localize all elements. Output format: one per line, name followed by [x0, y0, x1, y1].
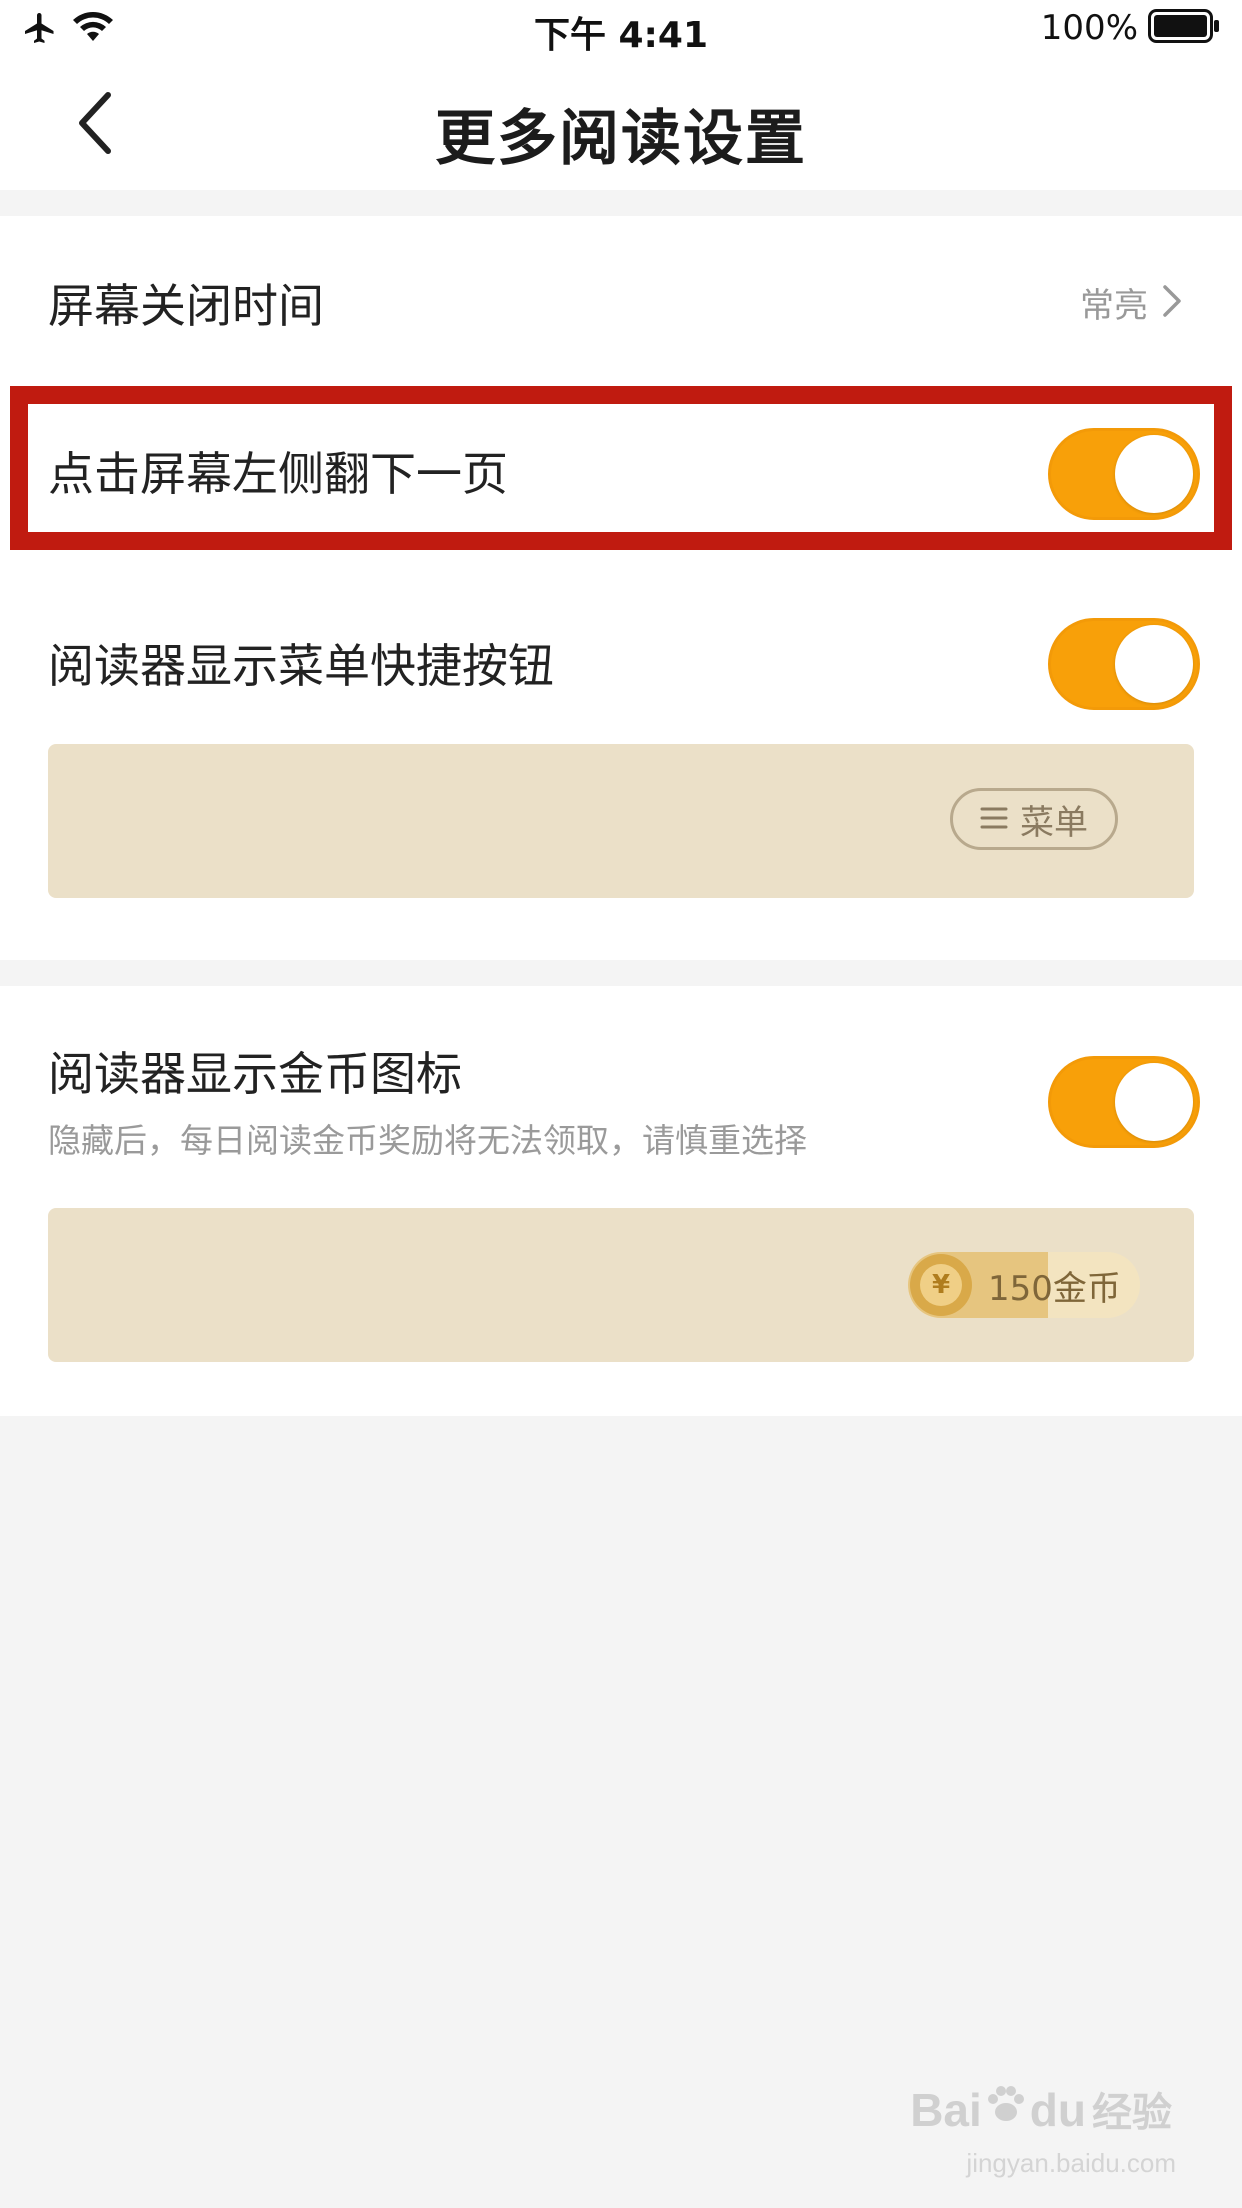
menu-shortcut-label: 阅读器显示菜单快捷按钮	[48, 639, 554, 693]
toggle-knob	[1115, 1063, 1193, 1141]
watermark-url: jingyan.baidu.com	[966, 2148, 1176, 2178]
watermark-brand-cn: 经验	[1092, 2091, 1172, 2135]
nav-bar: 更多阅读设置	[0, 62, 1242, 190]
coin-icon: ¥	[910, 1254, 972, 1316]
menu-shortcut-preview: 菜单	[48, 744, 1194, 898]
watermark-brand-suffix: du	[1029, 2084, 1086, 2136]
menu-lines-icon	[980, 799, 1008, 839]
coin-icon-toggle[interactable]	[1048, 1056, 1200, 1148]
coin-preview-badge: ¥ 150金币	[908, 1252, 1140, 1318]
screen-off-value-text: 常亮	[1080, 286, 1148, 326]
menu-preview-button: 菜单	[950, 788, 1118, 850]
coin-icon-description: 隐藏后，每日阅读金币奖励将无法领取，请慎重选择	[48, 1121, 807, 1160]
tap-left-label: 点击屏幕左侧翻下一页	[48, 447, 508, 501]
watermark-brand: Bai	[910, 2084, 982, 2136]
coin-icon-label: 阅读器显示金币图标	[48, 1047, 462, 1101]
status-bar: 下午 4:41 100%	[0, 0, 1242, 62]
paw-icon	[984, 2082, 1028, 2137]
settings-card-1: 屏幕关闭时间 常亮 点击屏幕左侧翻下一页	[0, 216, 1242, 576]
page-title: 更多阅读设置	[435, 104, 807, 174]
status-right: 100%	[1041, 8, 1220, 48]
toggle-knob	[1115, 435, 1193, 513]
coin-symbol: ¥	[920, 1264, 962, 1306]
watermark: Bai du 经验	[910, 2080, 1172, 2138]
screen-off-row[interactable]: 屏幕关闭时间 常亮	[0, 216, 1242, 386]
settings-card-3: 阅读器显示金币图标 隐藏后，每日阅读金币奖励将无法领取，请慎重选择 ¥ 150金…	[0, 986, 1242, 1416]
screen-off-label: 屏幕关闭时间	[48, 279, 324, 333]
tap-left-row: 点击屏幕左侧翻下一页	[0, 386, 1242, 576]
menu-preview-label: 菜单	[1020, 802, 1088, 843]
tap-left-toggle[interactable]	[1048, 428, 1200, 520]
coin-icon-preview: ¥ 150金币	[48, 1208, 1194, 1362]
coin-preview-text: 150金币	[988, 1268, 1121, 1309]
battery-icon	[1148, 9, 1220, 47]
settings-card-2: 阅读器显示菜单快捷按钮 菜单	[0, 576, 1242, 960]
screen-off-value[interactable]: 常亮	[1080, 278, 1182, 327]
toggle-knob	[1115, 625, 1193, 703]
battery-percent: 100%	[1040, 8, 1138, 48]
chevron-right-icon	[1162, 284, 1182, 322]
menu-shortcut-toggle[interactable]	[1048, 618, 1200, 710]
